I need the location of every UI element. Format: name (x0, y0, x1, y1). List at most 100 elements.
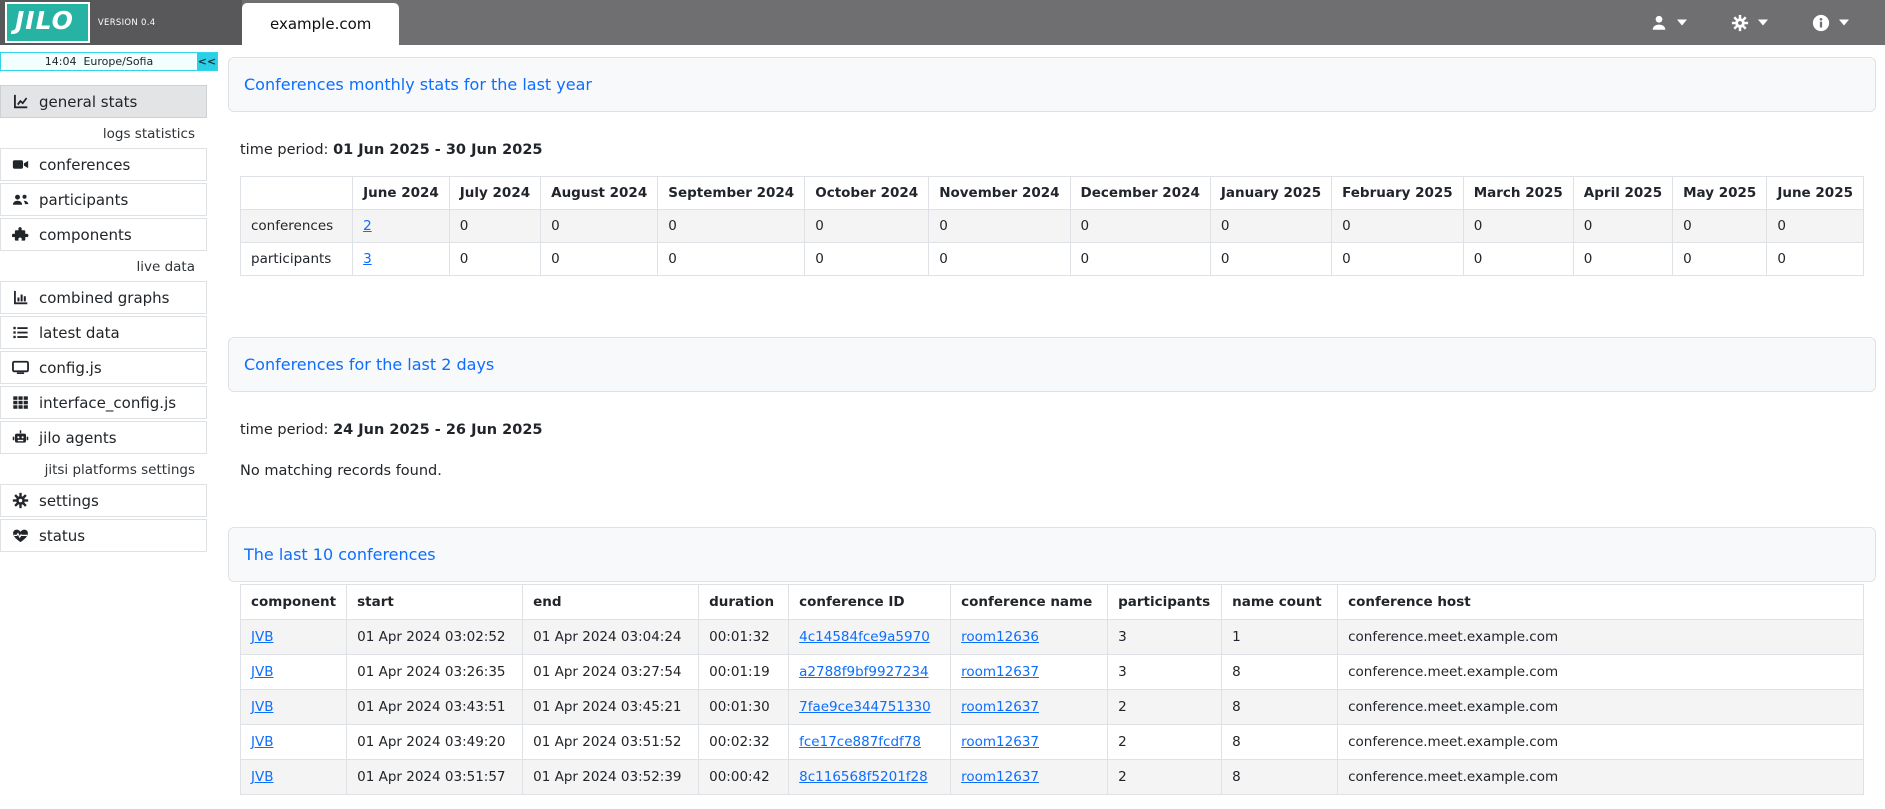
component-cell: JVB (241, 725, 347, 760)
sidebar-item-conferences[interactable]: conferences (0, 148, 207, 181)
time-period-label: time period: (240, 422, 328, 438)
sidebar-item-settings[interactable]: settings (0, 484, 207, 517)
info-menu[interactable] (1812, 14, 1849, 32)
sidebar-item-config-js[interactable]: config.js (0, 351, 207, 384)
topbar: JILO VERSION 0.4 example.com (0, 0, 1885, 45)
end-cell: 01 Apr 2024 03:04:24 (523, 620, 699, 655)
host-cell: conference.meet.example.com (1338, 620, 1864, 655)
monthly-stats-table: June 2024July 2024August 2024September 2… (240, 176, 1864, 276)
platform-tab-example-com[interactable]: example.com (242, 3, 399, 45)
component-link[interactable]: JVB (251, 769, 273, 785)
jilo-logo: JILO (5, 2, 90, 43)
participants-cell: 3 (1108, 655, 1222, 690)
sidebar-section-label-jitsi-platforms-settings: jitsi platforms settings (0, 456, 207, 484)
conference-id-link[interactable]: fce17ce887fcdf78 (799, 734, 921, 750)
sidebar-item-label: interface_config.js (39, 394, 176, 412)
recent-conferences-title: Conferences for the last 2 days (244, 355, 494, 374)
monthly-cell: 0 (929, 210, 1070, 243)
conference-name-link[interactable]: room12637 (961, 699, 1039, 715)
conferences-count-link[interactable]: 2 (363, 218, 372, 234)
start-cell: 01 Apr 2024 03:49:20 (347, 725, 523, 760)
monthly-col-header: September 2024 (658, 177, 805, 210)
last10-col-header: duration (699, 585, 789, 620)
monthly-cell: 0 (1210, 243, 1331, 276)
recent-conferences-card-header: Conferences for the last 2 days (228, 337, 1876, 392)
gear-icon (1731, 14, 1749, 32)
last10-table-body: JVB01 Apr 2024 03:02:5201 Apr 2024 03:04… (241, 620, 1864, 795)
end-cell: 01 Apr 2024 03:27:54 (523, 655, 699, 690)
sidebar-item-combined-graphs[interactable]: combined graphs (0, 281, 207, 314)
start-cell: 01 Apr 2024 03:43:51 (347, 690, 523, 725)
last10-col-header: conference host (1338, 585, 1864, 620)
sidebar-item-label: jilo agents (39, 429, 117, 447)
monthly-cell: 0 (658, 210, 805, 243)
conference-id-cell: 7fae9ce344751330 (789, 690, 951, 725)
table-row: JVB01 Apr 2024 03:43:5101 Apr 2024 03:45… (241, 690, 1864, 725)
conference-name-link[interactable]: room12637 (961, 664, 1039, 680)
host-cell: conference.meet.example.com (1338, 655, 1864, 690)
sidebar-item-jilo-agents[interactable]: jilo agents (0, 421, 207, 454)
component-link[interactable]: JVB (251, 734, 273, 750)
clock-timezone: Europe/Sofia (83, 55, 153, 68)
sidebar-item-general-stats[interactable]: general stats (0, 85, 207, 118)
robot-icon (12, 429, 29, 446)
time-period-label: time period: (240, 142, 328, 158)
name-count-cell: 8 (1222, 690, 1338, 725)
sidebar-item-interface-config-js[interactable]: interface_config.js (0, 386, 207, 419)
participants-cell: 2 (1108, 690, 1222, 725)
sidebar-item-label: participants (39, 191, 128, 209)
participants-count-link[interactable]: 3 (363, 251, 372, 267)
video-icon (12, 156, 29, 173)
topbar-brand-area: JILO VERSION 0.4 (0, 0, 242, 45)
conference-name-link[interactable]: room12636 (961, 629, 1039, 645)
component-link[interactable]: JVB (251, 629, 273, 645)
conference-id-link[interactable]: 8c116568f5201f28 (799, 769, 928, 785)
conference-id-link[interactable]: 4c14584fce9a5970 (799, 629, 930, 645)
chart-column-icon (12, 289, 29, 306)
sidebar-item-label: general stats (39, 93, 137, 111)
conference-id-link[interactable]: a2788f9bf9927234 (799, 664, 928, 680)
monthly-col-header: August 2024 (541, 177, 658, 210)
sidebar-item-participants[interactable]: participants (0, 183, 207, 216)
sidebar-item-status[interactable]: status (0, 519, 207, 552)
component-link[interactable]: JVB (251, 664, 273, 680)
monthly-cell: 0 (658, 243, 805, 276)
user-menu[interactable] (1650, 14, 1687, 32)
duration-cell: 00:00:42 (699, 760, 789, 795)
caret-down-icon (1677, 19, 1687, 26)
monthly-col-header: June 2025 (1767, 177, 1864, 210)
sidebar-item-latest-data[interactable]: latest data (0, 316, 207, 349)
sidebar-item-label: combined graphs (39, 289, 169, 307)
settings-menu[interactable] (1731, 14, 1768, 32)
monthly-cell: 0 (1767, 243, 1864, 276)
clock-time: 14:04 (45, 55, 77, 68)
sidebar-collapse-button[interactable]: << (197, 53, 217, 70)
participants-cell: 2 (1108, 725, 1222, 760)
last10-col-header: conference name (951, 585, 1108, 620)
monthly-col-header: May 2025 (1673, 177, 1767, 210)
table-row: JVB01 Apr 2024 03:49:2001 Apr 2024 03:51… (241, 725, 1864, 760)
puzzle-icon (12, 226, 29, 243)
user-icon (1650, 14, 1668, 32)
monthly-col-header: November 2024 (929, 177, 1070, 210)
name-count-cell: 8 (1222, 760, 1338, 795)
conference-id-link[interactable]: 7fae9ce344751330 (799, 699, 931, 715)
last10-card-header: The last 10 conferences (228, 527, 1876, 582)
monthly-cell: 0 (1332, 210, 1464, 243)
conference-name-link[interactable]: room12637 (961, 769, 1039, 785)
sidebar-item-components[interactable]: components (0, 218, 207, 251)
monthly-cell: 0 (1070, 243, 1210, 276)
last10-title: The last 10 conferences (244, 545, 436, 564)
monthly-col-header: March 2025 (1463, 177, 1573, 210)
participants-cell: 3 (1108, 620, 1222, 655)
monthly-cell: 0 (1210, 210, 1331, 243)
conference-id-cell: fce17ce887fcdf78 (789, 725, 951, 760)
monthly-cell: 0 (1573, 210, 1672, 243)
component-link[interactable]: JVB (251, 699, 273, 715)
recent-time-period: time period: 24 Jun 2025 - 26 Jun 2025 (240, 422, 1876, 438)
conference-name-cell: room12636 (951, 620, 1108, 655)
monthly-time-period: time period: 01 Jun 2025 - 30 Jun 2025 (240, 142, 1876, 158)
last10-col-header: name count (1222, 585, 1338, 620)
conference-name-link[interactable]: room12637 (961, 734, 1039, 750)
monthly-table-head-row: June 2024July 2024August 2024September 2… (241, 177, 1864, 210)
